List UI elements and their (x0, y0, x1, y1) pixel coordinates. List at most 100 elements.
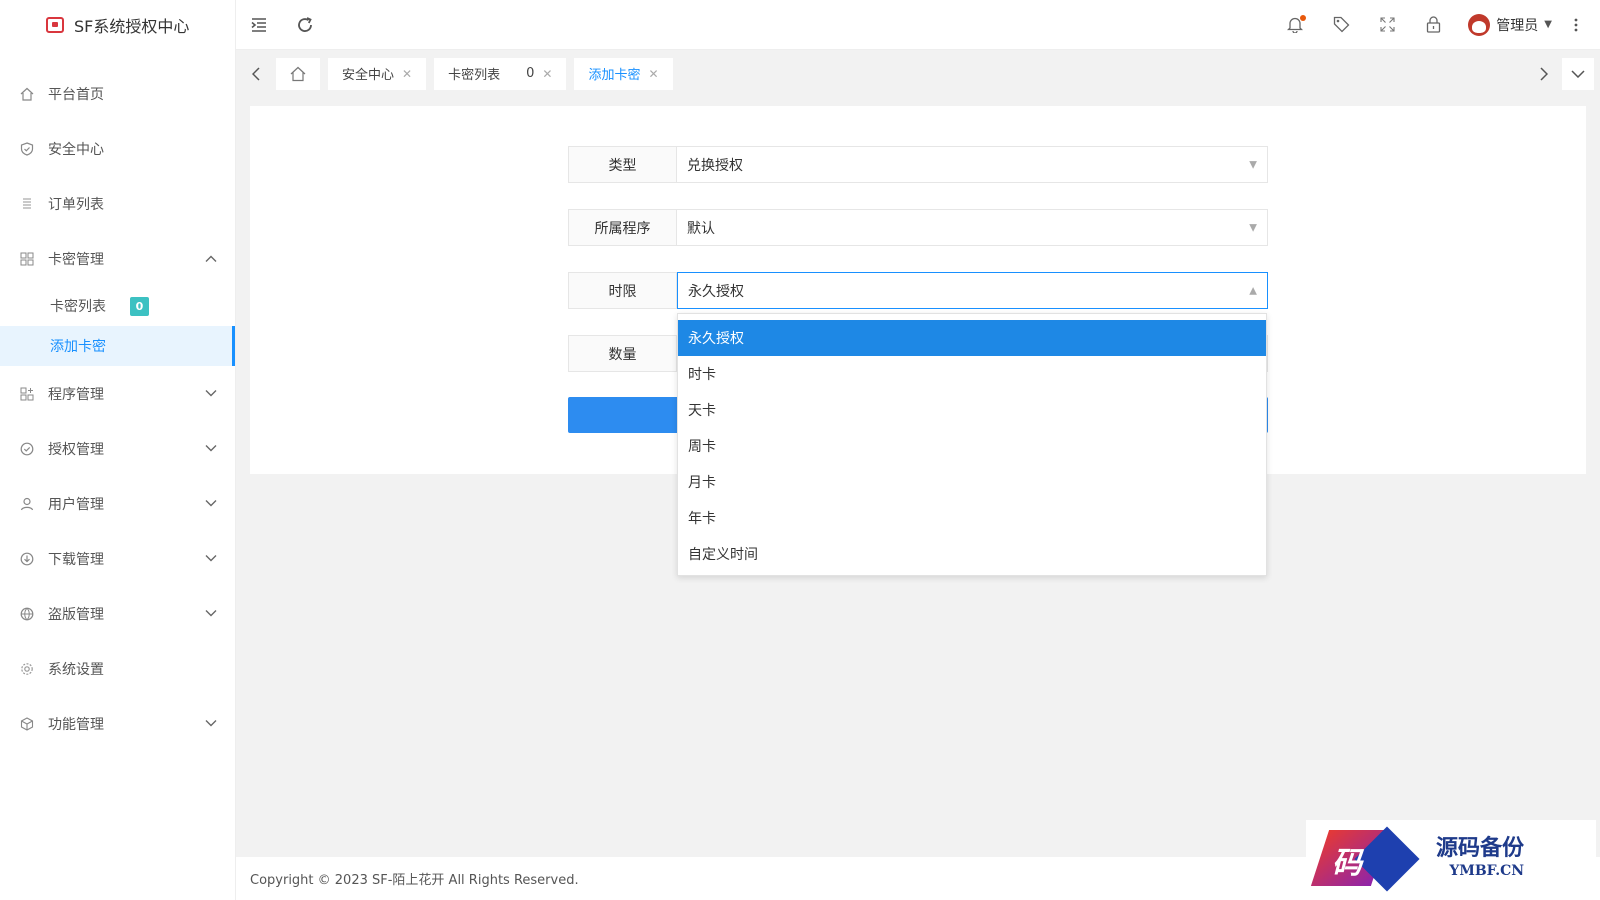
app-logo[interactable]: SF系统授权中心 (0, 0, 235, 50)
type-label: 类型 (568, 146, 677, 183)
tab-label: 卡密列表 (448, 68, 501, 83)
sidebar-item-piracy-management[interactable]: 盗版管理 (0, 586, 235, 641)
more-button[interactable] (1562, 0, 1590, 50)
list-icon (20, 197, 34, 211)
tab-card-list[interactable]: 卡密列表 0 ✕ (434, 57, 567, 90)
apps-icon (20, 387, 34, 401)
sidebar-item-label: 授权管理 (48, 441, 104, 458)
dropdown-option[interactable]: 年卡 (678, 500, 1266, 536)
sidebar-item-label: 系统设置 (48, 661, 104, 678)
watermark-mark: 码 (1310, 824, 1424, 892)
sidebar: SF系统授权中心 平台首页 安全中心 订单列表 卡密管理 卡密列表 0 添加卡密… (0, 0, 236, 900)
program-label: 所属程序 (568, 209, 677, 246)
notifications-button[interactable] (1272, 0, 1318, 50)
sidebar-item-program-management[interactable]: 程序管理 (0, 366, 235, 421)
chevron-down-icon (1571, 69, 1585, 78)
sidebar-item-label: 功能管理 (48, 716, 104, 733)
form-row-duration: 时限 永久授权 ▲ (568, 272, 1268, 309)
watermark-cn: 源码备份 (1436, 835, 1525, 862)
sidebar-item-system-settings[interactable]: 系统设置 (0, 641, 235, 696)
user-icon (20, 497, 34, 511)
notification-dot (1300, 14, 1307, 21)
program-select[interactable]: 默认 ▼ (677, 209, 1268, 246)
dropdown-option[interactable]: 月卡 (678, 464, 1266, 500)
duration-select[interactable]: 永久授权 ▲ (677, 272, 1268, 309)
top-header: 管理员 ▼ (236, 0, 1600, 50)
sidebar-subitem-add-card[interactable]: 添加卡密 (0, 326, 235, 366)
grid-icon (20, 252, 34, 266)
fullscreen-button[interactable] (1364, 0, 1410, 50)
tab-home[interactable] (276, 57, 320, 90)
sidebar-item-label: 卡密管理 (48, 251, 104, 268)
sidebar-item-label: 用户管理 (48, 496, 104, 513)
user-name: 管理员 (1496, 17, 1539, 34)
more-vertical-icon (1574, 18, 1578, 31)
caret-down-icon: ▼ (1249, 159, 1257, 170)
tab-add-card[interactable]: 添加卡密 ✕ (574, 57, 673, 90)
chevron-right-icon (1540, 66, 1548, 81)
dropdown-option[interactable]: 自定义时间 (678, 536, 1266, 572)
sidebar-item-user-management[interactable]: 用户管理 (0, 476, 235, 531)
avatar (1468, 13, 1491, 36)
sidebar-item-home[interactable]: 平台首页 (0, 66, 235, 121)
sidebar-item-card-management[interactable]: 卡密管理 (0, 231, 235, 286)
globe-icon (20, 607, 34, 621)
quantity-label: 数量 (568, 335, 677, 372)
menu-toggle-button[interactable] (236, 0, 282, 50)
duration-label: 时限 (568, 272, 677, 309)
lock-screen-button[interactable] (1410, 0, 1456, 50)
sidebar-item-label: 下载管理 (48, 551, 104, 568)
tabs-menu-button[interactable] (1562, 57, 1594, 90)
download-icon (20, 552, 34, 566)
close-icon[interactable]: ✕ (648, 67, 658, 81)
dropdown-option[interactable]: 永久授权 (678, 320, 1266, 356)
dropdown-option[interactable]: 周卡 (678, 428, 1266, 464)
dropdown-option[interactable]: 时卡 (678, 356, 1266, 392)
type-select[interactable]: 兑换授权 ▼ (677, 146, 1268, 183)
header-actions: 管理员 ▼ (1272, 0, 1600, 50)
refresh-button[interactable] (282, 0, 328, 50)
app-title: SF系统授权中心 (74, 17, 190, 36)
tag-button[interactable] (1318, 0, 1364, 50)
sidebar-item-security[interactable]: 安全中心 (0, 121, 235, 176)
refresh-icon (298, 16, 312, 32)
dropdown-option[interactable]: 天卡 (678, 392, 1266, 428)
tab-count: 0 (526, 66, 535, 81)
chevron-down-icon (205, 717, 217, 730)
sidebar-subitem-card-list[interactable]: 卡密列表 0 (0, 286, 235, 326)
tabs-scroll-left-button[interactable] (242, 58, 270, 90)
tab-label: 安全中心 (342, 68, 395, 83)
program-select-value: 默认 (687, 220, 715, 237)
sidebar-item-download-management[interactable]: 下载管理 (0, 531, 235, 586)
tabs-scroll-right-button[interactable] (1526, 58, 1562, 90)
sidebar-item-label: 盗版管理 (48, 606, 104, 623)
caret-down-icon: ▼ (1249, 222, 1257, 233)
sidebar-subitem-label: 添加卡密 (50, 339, 106, 355)
watermark-logo: 码 源码备份 YMBF.CN (1306, 820, 1596, 896)
home-icon (290, 66, 306, 81)
duration-dropdown: 永久授权 时卡 天卡 周卡 月卡 年卡 自定义时间 (677, 313, 1267, 576)
caret-up-icon: ▲ (1249, 285, 1257, 296)
form-row-program: 所属程序 默认 ▼ (568, 209, 1268, 246)
form-row-type: 类型 兑换授权 ▼ (568, 146, 1268, 183)
sidebar-subitem-label: 卡密列表 (50, 299, 106, 315)
sidebar-item-license-management[interactable]: 授权管理 (0, 421, 235, 476)
tab-security-center[interactable]: 安全中心 ✕ (328, 57, 427, 90)
chevron-down-icon (205, 607, 217, 620)
tag-icon (1333, 16, 1350, 33)
tab-bar: 安全中心 ✕ 卡密列表 0 ✕ 添加卡密 ✕ (236, 51, 1600, 96)
chevron-down-icon (205, 497, 217, 510)
user-menu[interactable]: 管理员 ▼ (1456, 0, 1562, 50)
sidebar-item-label: 订单列表 (48, 196, 104, 213)
tab-bar-right (1526, 51, 1600, 96)
sidebar-item-label: 平台首页 (48, 86, 104, 103)
sidebar-item-orders[interactable]: 订单列表 (0, 176, 235, 231)
close-icon[interactable]: ✕ (542, 67, 552, 81)
copyright-text: Copyright © 2023 SF-陌上花开 All Rights Rese… (250, 873, 579, 888)
lock-icon (1426, 16, 1440, 33)
duration-select-value: 永久授权 (688, 283, 744, 300)
sidebar-item-feature-management[interactable]: 功能管理 (0, 696, 235, 751)
close-icon[interactable]: ✕ (402, 67, 412, 81)
caret-down-icon: ▼ (1544, 19, 1552, 30)
chevron-left-icon (252, 66, 260, 81)
